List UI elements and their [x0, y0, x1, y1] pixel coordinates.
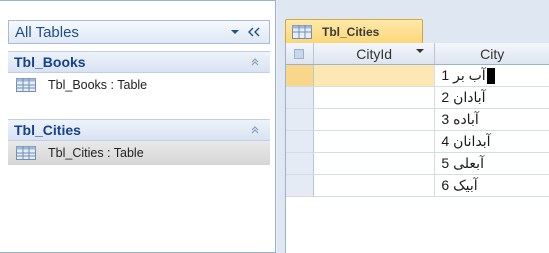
document-area: Tbl_Cities CityId City آب بر 1 آبادان 2	[277, 0, 549, 253]
cell-city[interactable]: آباده 3	[435, 109, 549, 130]
row-selector[interactable]	[286, 131, 314, 152]
group-title: Tbl_Books	[14, 54, 86, 70]
cell-cityid[interactable]	[314, 87, 436, 108]
nav-item-tbl-cities-table[interactable]: Tbl_Cities : Table	[8, 141, 270, 165]
group-tbl-cities: Tbl_Cities Tbl_Cities : Table	[8, 119, 270, 165]
row-selector[interactable]	[286, 109, 314, 130]
group-title: Tbl_Cities	[14, 122, 81, 138]
group-header-tbl-cities[interactable]: Tbl_Cities	[8, 119, 270, 141]
nav-header-label: All Tables	[15, 23, 79, 41]
nav-item-label: Tbl_Books : Table	[48, 78, 148, 92]
table-icon	[292, 24, 314, 40]
row-selector[interactable]	[286, 175, 314, 196]
cell-cityid[interactable]	[314, 153, 436, 174]
column-header-label: CityId	[356, 45, 393, 62]
table-row[interactable]: آبیک 6	[286, 175, 549, 197]
cell-city[interactable]: آبعلی 5	[435, 153, 549, 174]
select-all-corner[interactable]	[286, 43, 314, 64]
nav-item-tbl-books-table[interactable]: Tbl_Books : Table	[8, 73, 270, 97]
nav-item-label: Tbl_Cities : Table	[48, 146, 144, 160]
chevron-up-icon[interactable]	[240, 57, 270, 67]
cell-city[interactable]: آبدانان 4	[435, 131, 549, 152]
table-row[interactable]: آبدانان 4	[286, 131, 549, 153]
column-header-city[interactable]: City	[435, 43, 549, 64]
column-header-label: City	[480, 45, 505, 62]
row-selector[interactable]	[286, 87, 314, 108]
table-row[interactable]: آبادان 2	[286, 87, 549, 109]
tab-label: Tbl_Cities	[322, 24, 380, 39]
column-header-row: CityId City	[286, 43, 549, 65]
row-selector[interactable]	[286, 65, 314, 86]
dropdown-arrow-icon[interactable]	[227, 24, 243, 40]
navigation-pane: All Tables Tbl_Books Tbl_Books : Table T…	[0, 0, 276, 253]
cell-cityid[interactable]	[314, 131, 436, 152]
cell-city[interactable]: آبیک 6	[435, 175, 549, 196]
select-all-mark	[294, 48, 305, 59]
collapse-pane-icon[interactable]	[243, 24, 265, 40]
sort-filter-arrow-icon[interactable]	[416, 47, 425, 58]
cell-cityid[interactable]	[313, 65, 436, 86]
text-cursor	[486, 67, 495, 84]
table-row[interactable]: آباده 3	[286, 109, 549, 131]
group-header-tbl-books[interactable]: Tbl_Books	[8, 51, 270, 73]
row-selector[interactable]	[286, 153, 314, 174]
cell-city[interactable]: آبادان 2	[435, 87, 549, 108]
table-row[interactable]: آبعلی 5	[286, 153, 549, 175]
cell-cityid[interactable]	[314, 175, 436, 196]
cell-cityid[interactable]	[314, 109, 436, 130]
tab-tbl-cities[interactable]: Tbl_Cities	[285, 19, 423, 43]
group-tbl-books: Tbl_Books Tbl_Books : Table	[8, 51, 270, 97]
datasheet: CityId City آب بر 1 آبادان 2 آباده 3 آبد…	[285, 43, 549, 253]
chevron-up-icon[interactable]	[240, 125, 270, 135]
cell-city-text: آب بر 1	[441, 67, 486, 83]
table-icon	[16, 77, 38, 93]
nav-pane-header[interactable]: All Tables	[8, 20, 270, 44]
column-header-cityid[interactable]: CityId	[314, 43, 436, 64]
table-row[interactable]: آب بر 1	[286, 65, 549, 87]
cell-city[interactable]: آب بر 1	[435, 65, 549, 86]
table-icon	[16, 145, 38, 161]
